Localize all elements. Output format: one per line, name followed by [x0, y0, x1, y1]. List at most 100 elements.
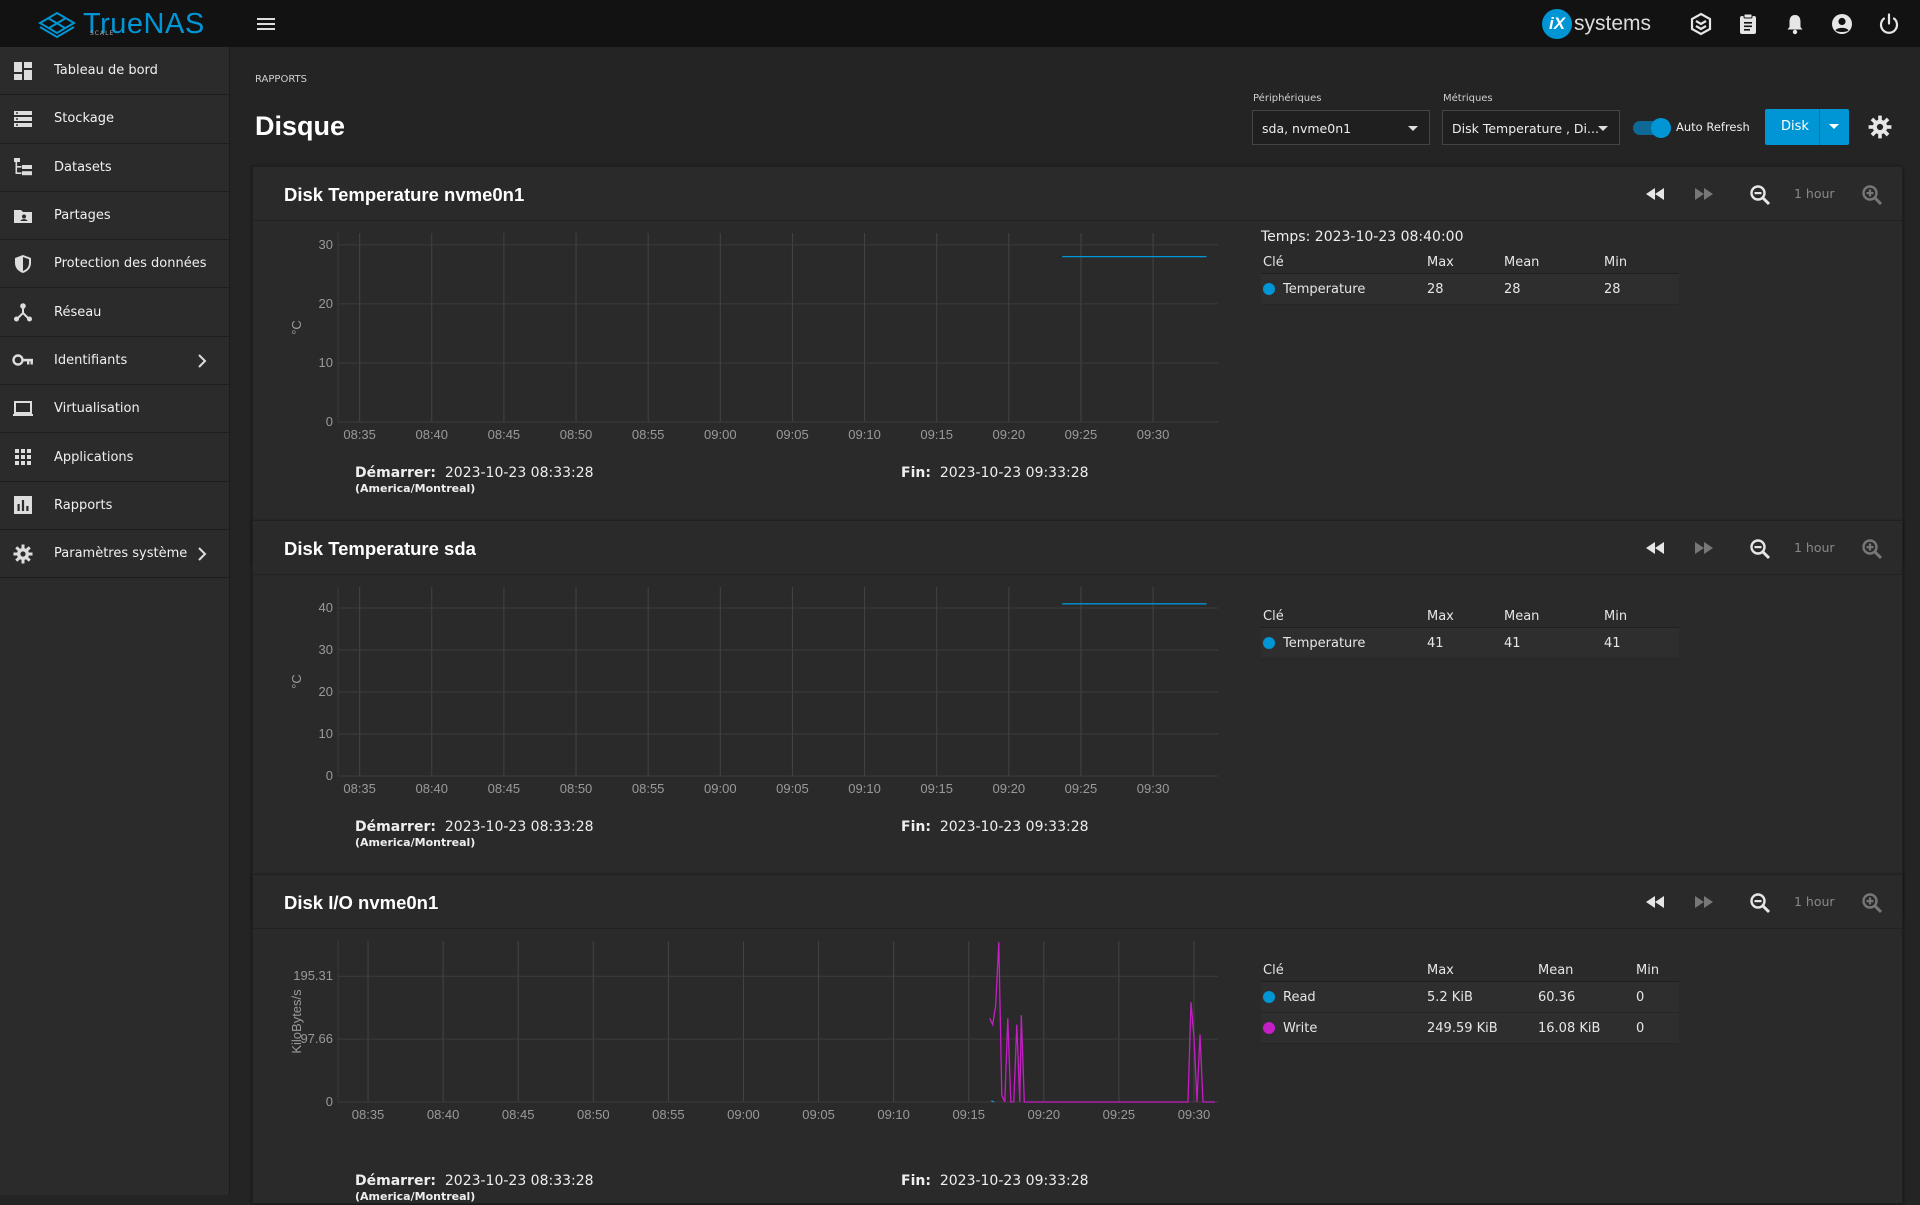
step-forward-button[interactable]	[1693, 184, 1715, 208]
sidebar-item-virtualization[interactable]: Virtualisation	[0, 385, 229, 434]
end-label: Fin:	[901, 465, 931, 481]
dashboard-icon	[12, 60, 34, 82]
sidebar-item-label: Protection des données	[54, 256, 207, 272]
sidebar-item-storage[interactable]: Stockage	[0, 95, 229, 144]
ixsystems-logo[interactable]: iX systems	[1542, 9, 1651, 39]
x-tick-label: 08:45	[502, 1107, 535, 1122]
sidebar-item-system-settings[interactable]: Paramètres système	[0, 530, 229, 579]
fast-forward-icon	[1695, 188, 1713, 200]
legend-col-max: Max	[1427, 963, 1454, 978]
gear-icon	[1868, 115, 1892, 139]
zoom-in-button[interactable]	[1861, 184, 1883, 210]
power-button[interactable]	[1876, 11, 1902, 37]
chart-temp-sda[interactable]: 08:35 08:40 08:45 08:50 08:55 09:00 09:05 09:10…	[253, 521, 1253, 918]
sidebar-item-data-protection[interactable]: Protection des données	[0, 240, 229, 289]
account-button[interactable]	[1829, 11, 1855, 37]
sidebar-item-reports[interactable]: Rapports	[0, 482, 229, 530]
button-divider	[1819, 109, 1820, 145]
legend-mean: 60.36	[1538, 989, 1576, 1005]
y-tick-label: 0	[326, 414, 333, 429]
y-tick-label: 10	[319, 726, 333, 741]
start-label: Démarrer:	[355, 465, 436, 481]
step-back-button[interactable]	[1644, 892, 1666, 916]
sidebar-item-label: Applications	[54, 449, 134, 465]
y-tick-label: 20	[319, 296, 333, 311]
step-forward-button[interactable]	[1693, 538, 1715, 562]
legend-row[interactable]: Write 249.59 KiB 16.08 KiB 0	[1261, 1013, 1679, 1044]
legend-table: Clé Max Mean Min Read 5.2 KiB 60.36 0 Wr…	[1261, 960, 1679, 1044]
step-back-button[interactable]	[1644, 184, 1666, 208]
legend-col-min: Min	[1604, 609, 1628, 624]
sidebar-item-datasets[interactable]: Datasets	[0, 144, 229, 192]
sidebar-item-label: Tableau de bord	[54, 63, 158, 79]
legend-row[interactable]: Temperature 28 28 28	[1261, 274, 1679, 305]
x-tick-label: 09:10	[877, 1107, 910, 1122]
storage-icon	[12, 108, 34, 130]
legend-col-mean: Mean	[1504, 255, 1540, 270]
network-icon	[12, 301, 34, 323]
legend-max: 41	[1427, 635, 1444, 651]
legend-table: Clé Max Mean Min Temperature 41 41 41	[1261, 606, 1679, 659]
truecommand-button[interactable]	[1688, 11, 1714, 37]
chevron-down-icon	[1408, 126, 1418, 131]
y-tick-label: 195.31	[293, 968, 333, 983]
sidebar-item-applications[interactable]: Applications	[0, 433, 229, 482]
gear-icon	[12, 543, 34, 565]
y-axis-label: °C	[289, 674, 304, 689]
auto-refresh-toggle[interactable]	[1633, 118, 1671, 138]
zoom-out-icon	[1750, 893, 1771, 914]
end-time: Fin: 2023-10-23 09:33:28	[901, 465, 1089, 481]
legend-mean: 16.08 KiB	[1538, 1020, 1601, 1036]
logo-subtitle: SCALE	[90, 30, 115, 37]
legend-row[interactable]: Temperature 41 41 41	[1261, 628, 1679, 659]
rewind-icon	[1646, 896, 1664, 908]
series-color-dot	[1263, 991, 1275, 1003]
report-settings-button[interactable]	[1868, 115, 1892, 143]
zoom-out-button[interactable]	[1749, 538, 1771, 564]
step-back-button[interactable]	[1644, 538, 1666, 562]
chart-io-nvme0n1[interactable]: 08:35 08:40 08:45 08:50 08:55 09:00 09:05 09:10…	[253, 875, 1253, 1205]
reports-icon	[12, 494, 34, 516]
metrics-select[interactable]: Disk Temperature , Di...	[1442, 110, 1620, 145]
zoom-out-icon	[1750, 185, 1771, 206]
auto-refresh-label: Auto Refresh	[1676, 120, 1750, 134]
legend-table: Clé Max Mean Min Temperature 28 28 28	[1261, 252, 1679, 305]
account-icon	[1832, 14, 1852, 34]
shield-icon	[12, 253, 34, 275]
start-value: 2023-10-23 08:33:28	[444, 1173, 594, 1189]
menu-toggle-button[interactable]	[255, 13, 277, 39]
start-time: Démarrer: 2023-10-23 08:33:28 (America/M…	[355, 465, 594, 495]
zoom-in-button[interactable]	[1861, 892, 1883, 918]
legend-row[interactable]: Read 5.2 KiB 60.36 0	[1261, 982, 1679, 1013]
zoom-in-button[interactable]	[1861, 538, 1883, 564]
sidebar-item-network[interactable]: Réseau	[0, 288, 229, 337]
series-line-write[interactable]	[989, 942, 1215, 1103]
sidebar-item-credentials[interactable]: Identifiants	[0, 337, 229, 386]
breadcrumb[interactable]: RAPPORTS	[255, 74, 307, 85]
hover-time: Temps: 2023-10-23 08:40:00	[1261, 229, 1463, 245]
sidebar-item-dashboard[interactable]: Tableau de bord	[0, 47, 229, 96]
x-tick-label: 09:00	[704, 781, 737, 796]
chart-temp-nvme0n1[interactable]: 08:35 08:40 08:45 08:50 08:55 09:00 09:05 09:10…	[253, 167, 1253, 564]
report-card-io-nvme0n1: Disk I/O nvme0n1 1 hour 08:35 08:40 08:45 0…	[252, 874, 1903, 1204]
legend-mean: 41	[1504, 635, 1521, 651]
truenas-logo[interactable]: TrueNAS	[37, 8, 205, 41]
chevron-down-icon	[1829, 124, 1839, 129]
y-axis-label: °C	[289, 320, 304, 335]
start-time: Démarrer: 2023-10-23 08:33:28 (America/M…	[355, 1173, 594, 1203]
notifications-button[interactable]	[1782, 11, 1808, 37]
sidebar-item-label: Paramètres système	[54, 546, 188, 562]
legend-col-min: Min	[1636, 963, 1660, 978]
zoom-out-button[interactable]	[1749, 184, 1771, 210]
tasks-button[interactable]	[1735, 11, 1761, 37]
disk-menu-button[interactable]: Disk	[1765, 109, 1849, 145]
rewind-icon	[1646, 542, 1664, 554]
sidebar-item-shares[interactable]: Partages	[0, 192, 229, 241]
y-axis-label: KiloBytes/s	[289, 989, 304, 1054]
step-forward-button[interactable]	[1693, 892, 1715, 916]
devices-select[interactable]: sda, nvme0n1	[1252, 110, 1430, 145]
zoom-out-icon	[1750, 539, 1771, 560]
zoom-out-button[interactable]	[1749, 892, 1771, 918]
devices-select-value: sda, nvme0n1	[1262, 121, 1352, 136]
legend-min: 28	[1604, 281, 1621, 297]
